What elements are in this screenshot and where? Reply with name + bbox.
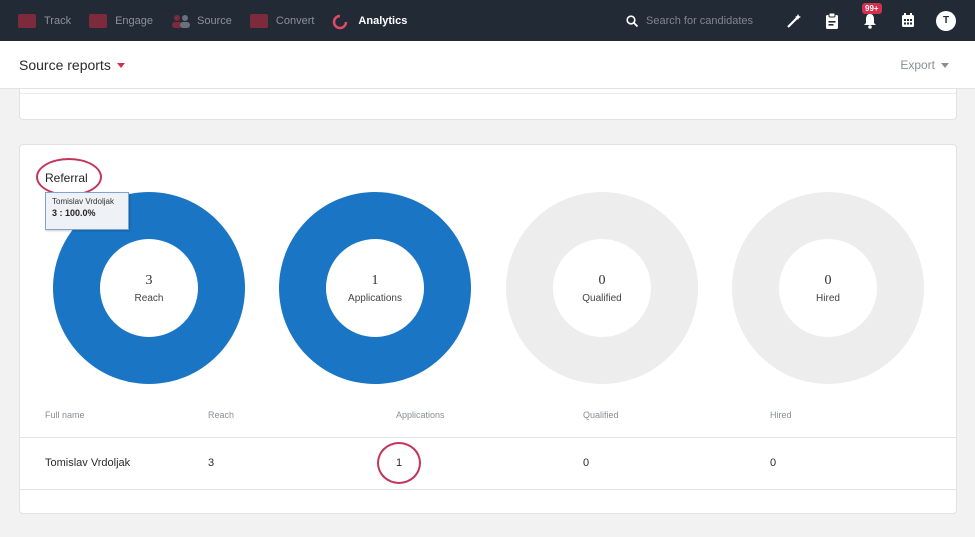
magic-wand-icon[interactable] (784, 11, 804, 31)
table-row[interactable]: Tomislav Vrdoljak 3 1 0 0 (20, 438, 956, 490)
chevron-down-icon (116, 62, 125, 68)
highlight-circle-annotation (36, 158, 102, 196)
donut-center: 0 Hired (779, 239, 877, 337)
nav-item-label: Engage (115, 14, 154, 27)
donut-label: Hired (816, 292, 840, 304)
chart-tooltip: Tomislav Vrdoljak 3 : 100.0% (45, 192, 129, 230)
export-label: Export (900, 58, 935, 72)
column-header-reach: Reach (208, 410, 235, 420)
column-header-hired: Hired (770, 410, 792, 420)
cell-hired: 0 (770, 457, 777, 469)
cell-reach: 3 (208, 457, 215, 469)
column-header-applications: Applications (396, 410, 445, 420)
nav-item-track[interactable]: Track (18, 0, 71, 41)
clipboard-icon[interactable] (822, 11, 842, 31)
report-header: Source reports Export (0, 41, 975, 89)
export-dropdown[interactable]: Export (900, 58, 949, 72)
column-header-full-name: Full name (45, 410, 85, 420)
chevron-down-icon (941, 62, 949, 68)
nav-item-label: Source (197, 14, 232, 27)
donut-value: 0 (598, 272, 606, 288)
nav-item-label: Analytics (358, 14, 408, 27)
cell-full-name: Tomislav Vrdoljak (45, 457, 131, 469)
tooltip-value: 3 : 100.0% (52, 208, 96, 218)
donut-label: Reach (134, 292, 164, 304)
donut-value: 0 (824, 272, 832, 288)
cell-qualified: 0 (583, 457, 590, 469)
search-placeholder: Search for candidates (646, 14, 754, 27)
divider (20, 93, 956, 94)
donut-qualified[interactable]: 0 Qualified (506, 192, 698, 384)
calendar-icon[interactable] (898, 11, 918, 31)
track-icon (18, 13, 36, 28)
donut-hired[interactable]: 0 Hired (732, 192, 924, 384)
donut-label: Applications (348, 292, 402, 304)
referral-report-card: Referral 3 Reach 1 Applications 0 Qualif… (19, 144, 957, 514)
donut-applications[interactable]: 1 Applications (279, 192, 471, 384)
tooltip-name: Tomislav Vrdoljak (52, 197, 114, 206)
table-header: Full name Reach Applications Qualified H… (20, 400, 956, 438)
search-icon (626, 14, 638, 27)
donut-value: 1 (371, 272, 379, 288)
top-action-icons: 99+ T (784, 0, 975, 41)
donut-center: 0 Qualified (553, 239, 651, 337)
nav-item-engage[interactable]: Engage (89, 0, 153, 41)
column-header-qualified: Qualified (583, 410, 619, 420)
report-type-dropdown[interactable]: Source reports (19, 57, 125, 73)
notifications-bell-icon[interactable]: 99+ (860, 2, 882, 31)
source-icon (171, 14, 191, 28)
previous-report-card (19, 89, 957, 120)
nav-item-label: Track (44, 14, 72, 27)
top-navigation: Track Engage Source Convert Analytics Se… (0, 0, 975, 41)
donut-center: 3 Reach (100, 239, 198, 337)
notification-badge: 99+ (862, 2, 882, 14)
donut-center: 1 Applications (326, 239, 424, 337)
analytics-icon (332, 14, 350, 29)
report-type-label: Source reports (19, 57, 111, 73)
donut-label: Qualified (582, 292, 622, 304)
convert-icon (249, 13, 268, 28)
nav-item-analytics[interactable]: Analytics (332, 0, 407, 41)
candidate-search[interactable]: Search for candidates (626, 0, 753, 41)
user-avatar[interactable]: T (936, 10, 956, 31)
nav-item-source[interactable]: Source (171, 0, 232, 41)
engage-icon (89, 13, 108, 28)
highlight-circle-annotation (377, 442, 421, 484)
donut-value: 3 (145, 272, 153, 288)
nav-item-label: Convert (275, 14, 315, 27)
nav-item-convert[interactable]: Convert (249, 0, 315, 41)
